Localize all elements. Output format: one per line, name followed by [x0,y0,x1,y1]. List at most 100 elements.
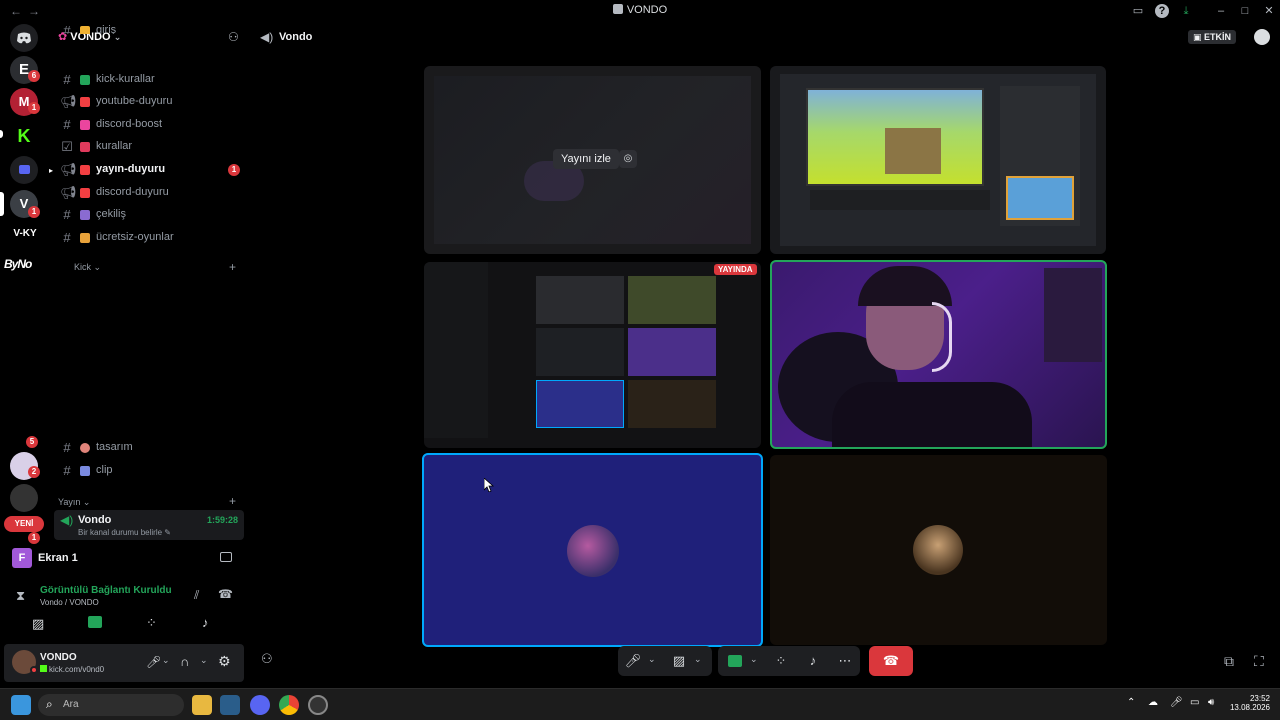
stream-preview-tile[interactable]: Yayını izle ◎ [424,66,761,254]
channel-status[interactable]: Bir kanal durumu belirle ✎ [78,528,171,537]
more-options-icon[interactable]: ⋯ [834,650,856,672]
preview-tile [536,276,624,324]
popout-stream-icon[interactable]: ◎ [619,150,637,168]
stream-row[interactable]: F Ekran 1 [12,546,244,570]
voice-channel-vondo[interactable]: ◀) Vondo 1:59:28 Bir kanal durumu belirl… [54,510,244,540]
channel-item[interactable]: # çekiliş [56,204,244,226]
channel-item[interactable]: 📢︎ discord-duyuru [56,182,244,204]
minecraft-stream-tile[interactable] [770,66,1106,254]
channel-item[interactable]: 📢︎ youtube-duyuru [56,91,244,113]
participant-tile-selected[interactable] [422,453,763,647]
folder-icon[interactable] [10,156,38,184]
close-icon[interactable]: ✕ [1262,4,1276,18]
server-avatar-2[interactable] [10,484,38,512]
activities-icon[interactable]: ⁘ [146,615,157,631]
headphones-icon[interactable]: ∩ [180,654,189,669]
leave-call-button[interactable]: ☎ [869,646,913,676]
active-badge[interactable]: ▣ ETKİN [1188,30,1237,44]
microphone-icon[interactable]: 🎤︎ [622,650,644,672]
megaphone-icon: 📢︎ [60,94,77,110]
chevron-down-icon[interactable]: ⌄ [750,654,758,665]
clock[interactable]: 23:52 13.08.2026 [1228,694,1270,712]
channel-item[interactable]: # discord-boost [56,114,244,136]
volume-icon[interactable]: 🔊︎ [1208,697,1214,708]
popout-icon[interactable]: ⧉ [1224,653,1234,670]
camera-off-icon[interactable]: ▨ [32,616,44,632]
camera-off-icon[interactable]: ▨ [668,650,690,672]
add-channel-icon[interactable]: + [229,494,236,508]
kick-server-icon[interactable]: K [10,122,38,150]
category-kick[interactable]: Kick ⌄ [74,262,101,273]
app-icon[interactable] [220,695,240,715]
network-icon[interactable]: ☁ [1148,697,1158,708]
clock-time: 23:52 [1249,694,1270,703]
channel-label: ücretsiz-oyunlar [96,230,174,243]
channel-item[interactable]: 📢︎ yayın-duyuru ▸ 1 [49,159,244,181]
settings-gear-icon[interactable]: ⚙ [218,653,231,670]
hair [858,266,952,306]
user-panel: VONDO kick.com/v0nd0 🎤︎ ⌄ ∩ ⌄ ⚙ [4,644,244,682]
stop-stream-icon[interactable] [220,552,232,562]
chevron-up-icon[interactable]: ⌃ [1127,697,1135,708]
unread-indicator-icon: ▸ [49,166,54,175]
chevron-down-icon[interactable]: ⌄ [694,654,702,665]
display-icon[interactable]: ▭ [1190,697,1199,708]
activities-icon[interactable]: ⁘ [770,650,792,672]
webcam-tile[interactable] [770,260,1107,449]
noise-suppression-icon[interactable]: ⫽ [194,588,199,603]
microphone-icon[interactable]: 🎤︎ [146,655,161,669]
taskbar-search[interactable]: ⌕ Ara [38,694,184,716]
channel-label: çekiliş [96,208,126,221]
channel-emoji-icon [80,165,90,175]
speaker-icon: ◀) [260,30,274,44]
channel-emoji-icon [80,443,90,453]
new-badge: YENİ [4,516,44,532]
screen-share-icon[interactable] [728,655,742,667]
screen-share-icon[interactable] [88,616,102,628]
watch-stream-button[interactable]: Yayını izle [553,149,619,169]
channel-item[interactable]: # giriş [56,20,244,34]
selected-pill [0,192,4,216]
invite-user-icon[interactable]: ⚇ [261,651,273,667]
maximize-icon[interactable]: □ [1238,4,1252,18]
desktop-stream-tile[interactable]: YAYINDA [424,262,761,448]
channel-emoji-icon [80,210,90,221]
signal-icon[interactable]: ⧗ [16,588,25,604]
category-yayin[interactable]: Yayın ⌄ [58,497,90,508]
channel-item[interactable]: # kick-kurallar [56,69,244,91]
call-top-bar: ◀) Vondo ▣ ETKİN [250,22,1280,52]
file-explorer-icon[interactable] [192,695,212,715]
channel-tasarim[interactable]: # tasarım [56,437,244,459]
channel-item[interactable]: ☑ kurallar [56,136,244,158]
chevron-down-icon[interactable]: ⌄ [162,655,170,666]
discord-home-icon[interactable] [10,24,38,52]
mention-badge: 1 [28,102,40,114]
inbox-icon[interactable]: ▭ [1131,4,1145,18]
channel-item[interactable]: # ücretsiz-oyunlar [56,227,244,249]
windows-start-icon[interactable] [11,695,31,715]
soundboard-icon[interactable]: ♪ [802,650,824,672]
soundboard-icon[interactable]: ♪ [202,615,209,630]
discord-taskbar-icon[interactable] [250,695,270,715]
mouse-cursor-icon [484,478,494,492]
download-icon[interactable]: ⤓ [1179,4,1193,18]
add-channel-icon[interactable]: + [229,260,236,274]
disconnect-icon[interactable]: ☎ [218,587,233,601]
app-icon-2[interactable] [308,695,328,715]
chrome-icon[interactable] [279,695,299,715]
rules-icon: ☑ [61,139,73,155]
participant-tile[interactable] [770,455,1107,645]
server-vky[interactable]: V-KY [6,228,44,242]
chat-icon[interactable] [1254,29,1270,45]
minimize-icon[interactable]: – [1214,4,1228,18]
chevron-down-icon[interactable]: ⌄ [200,655,208,666]
fullscreen-icon[interactable]: ⛶ [1254,653,1264,670]
channel-clip[interactable]: # clip [56,460,244,482]
voice-connection-panel: ⧗ Görüntülü Bağlantı Kuruldu Vondo / VON… [4,584,244,644]
voice-channel-name: Vondo [78,514,112,526]
chevron-down-icon[interactable]: ⌄ [648,654,656,665]
voice-location[interactable]: Vondo / VONDO [40,598,99,607]
microphone-tray-icon[interactable]: 🎤︎ [1170,697,1183,708]
server-bygn[interactable]: ByNo [4,257,32,271]
help-icon[interactable]: ? [1155,4,1169,18]
